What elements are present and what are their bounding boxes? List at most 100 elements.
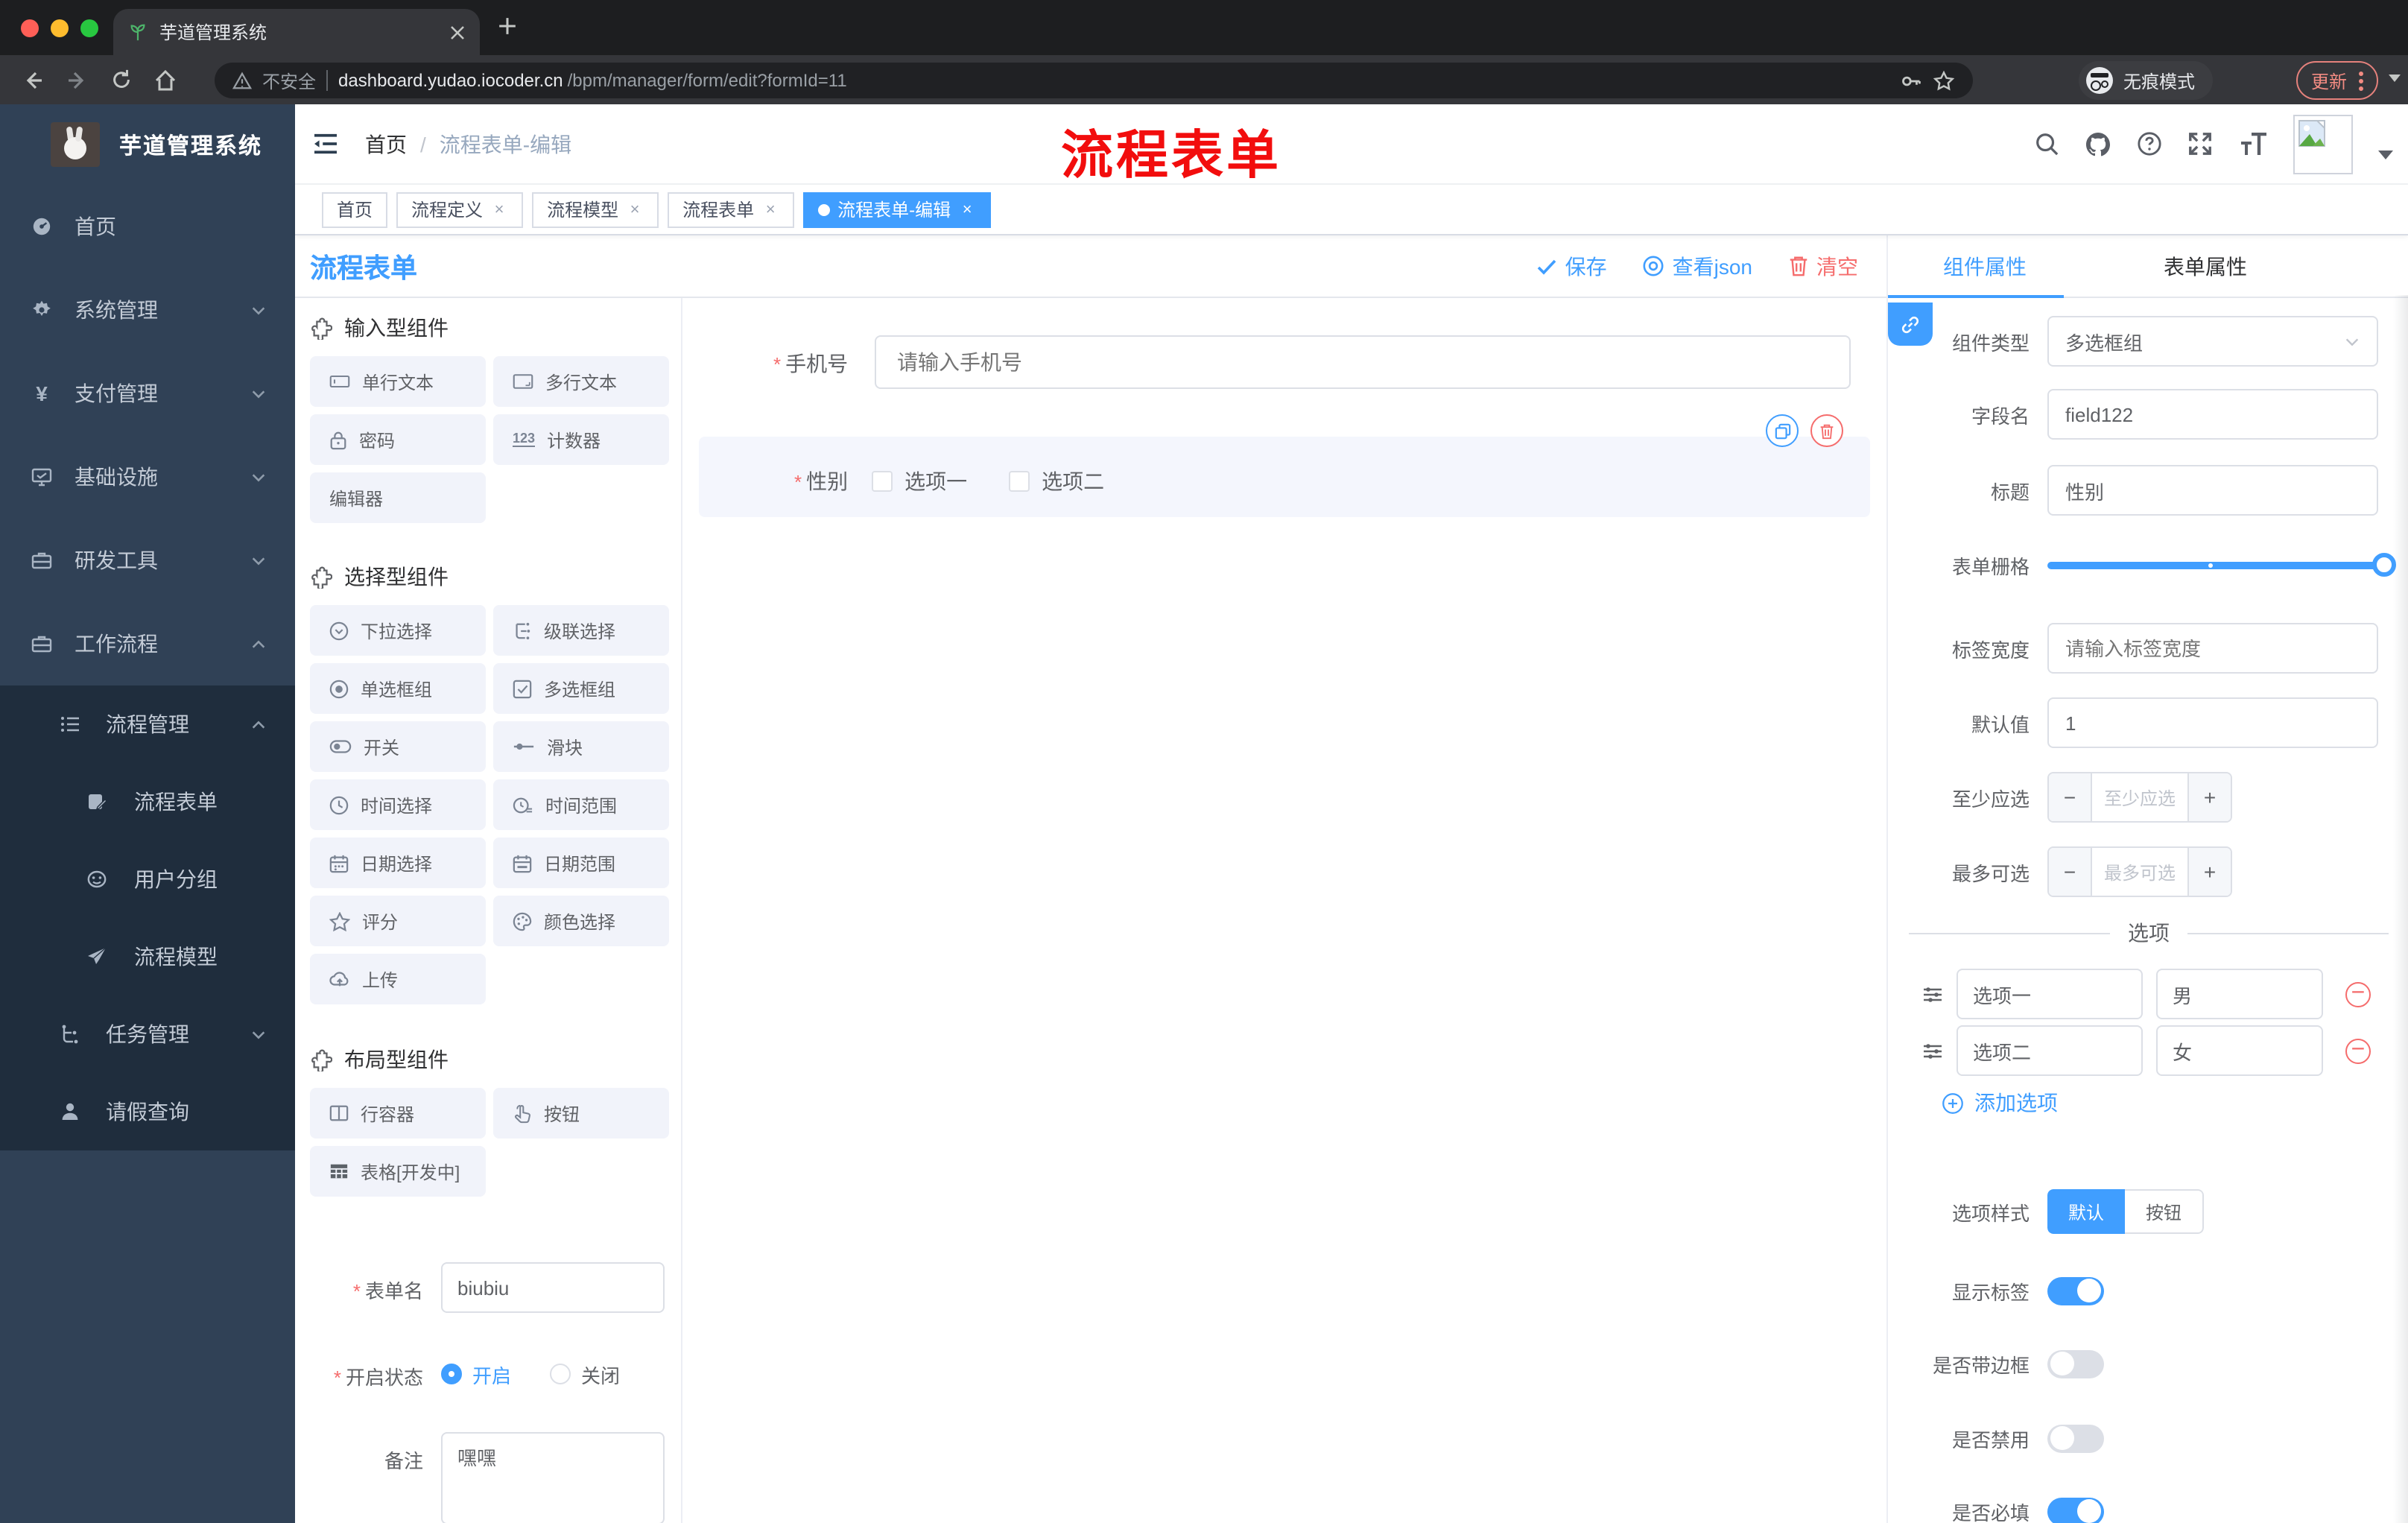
sidebar-item-process-model[interactable]: 流程模型 <box>0 918 295 995</box>
forward-icon[interactable] <box>66 68 89 92</box>
sidebar-item-process-form[interactable]: 流程表单 <box>0 763 295 840</box>
tag-close-icon[interactable]: × <box>958 200 976 218</box>
palette-item-date-range[interactable]: 日期范围 <box>493 838 669 888</box>
option2-value-input[interactable] <box>2156 1025 2323 1076</box>
gender-option2-checkbox[interactable]: 选项二 <box>1009 466 1104 496</box>
drag-handle-icon[interactable] <box>1922 984 1943 1004</box>
sidebar-item-infra[interactable]: 基础设施 <box>0 435 295 519</box>
palette-item-button[interactable]: 按钮 <box>493 1088 669 1139</box>
border-toggle[interactable] <box>2047 1349 2104 1378</box>
palette-item-switch[interactable]: 开关 <box>310 721 486 772</box>
window-minimize-button[interactable] <box>51 19 69 37</box>
window-maximize-button[interactable] <box>80 19 98 37</box>
delete-field-button[interactable] <box>1810 414 1843 447</box>
decrease-button[interactable]: − <box>2049 848 2092 896</box>
sidebar-item-leave-query[interactable]: 请假查询 <box>0 1073 295 1150</box>
sidebar-item-system[interactable]: 系统管理 <box>0 268 295 352</box>
tag-home[interactable]: 首页 <box>322 191 387 227</box>
show-label-toggle[interactable] <box>2047 1276 2104 1305</box>
title-input[interactable] <box>2047 465 2378 516</box>
browser-menu-icon[interactable] <box>2359 71 2363 90</box>
palette-item-time-range[interactable]: 时间范围 <box>493 779 669 830</box>
github-icon[interactable] <box>2085 130 2111 157</box>
style-default-button[interactable]: 默认 <box>2047 1189 2125 1234</box>
palette-item-single-text[interactable]: 单行文本 <box>310 356 486 407</box>
sidebar-item-workflow[interactable]: 工作流程 <box>0 602 295 685</box>
label-width-input[interactable] <box>2047 623 2378 674</box>
palette-item-table[interactable]: 表格[开发中] <box>310 1146 486 1197</box>
option1-label-input[interactable] <box>1956 969 2143 1019</box>
save-button[interactable]: 保存 <box>1537 251 1607 281</box>
style-button-button[interactable]: 按钮 <box>2125 1189 2204 1234</box>
help-icon[interactable] <box>2137 131 2162 156</box>
palette-item-checkbox-group[interactable]: 多选框组 <box>493 663 669 714</box>
url-host[interactable]: dashboard.yudao.iocoder.cn <box>338 70 563 91</box>
disabled-toggle[interactable] <box>2047 1424 2104 1452</box>
form-grid-slider[interactable] <box>2047 539 2384 590</box>
tag-process-model[interactable]: 流程模型× <box>532 191 659 227</box>
palette-item-slider[interactable]: 滑块 <box>493 721 669 772</box>
palette-item-counter[interactable]: 123 计数器 <box>493 414 669 465</box>
view-json-button[interactable]: 查看json <box>1643 251 1752 281</box>
option1-value-input[interactable] <box>2156 969 2323 1019</box>
breadcrumb-home[interactable]: 首页 <box>365 129 407 159</box>
status-closed-radio[interactable]: 关闭 <box>550 1360 620 1388</box>
new-tab-icon[interactable] <box>498 16 517 36</box>
bookmark-star-icon[interactable] <box>1933 69 1955 92</box>
tag-close-icon[interactable]: × <box>761 200 779 218</box>
increase-button[interactable]: + <box>2187 773 2231 821</box>
drag-handle-icon[interactable] <box>1922 1041 1943 1060</box>
browser-tab[interactable]: 芋道管理系统 <box>113 9 480 55</box>
password-key-icon[interactable] <box>1900 69 1922 92</box>
option2-label-input[interactable] <box>1956 1025 2143 1076</box>
slider-handle[interactable] <box>2372 552 2396 576</box>
tab-form-props[interactable]: 表单属性 <box>2164 235 2247 298</box>
max-select-input[interactable]: 最多可选 <box>2092 848 2187 896</box>
home-icon[interactable] <box>153 68 177 92</box>
sidebar-item-user-group[interactable]: 用户分组 <box>0 840 295 918</box>
form-name-input[interactable] <box>441 1262 665 1313</box>
tag-close-icon[interactable]: × <box>626 200 644 218</box>
palette-item-rate[interactable]: 评分 <box>310 896 486 946</box>
min-select-input[interactable]: 至少应选 <box>2092 773 2187 821</box>
design-canvas[interactable]: * 手机号 * 性别 <box>682 298 1886 1523</box>
phone-field-input[interactable] <box>875 335 1851 389</box>
palette-item-color-picker[interactable]: 颜色选择 <box>493 896 669 946</box>
decrease-button[interactable]: − <box>2049 773 2092 821</box>
sidebar-item-process-mgmt[interactable]: 流程管理 <box>0 685 295 763</box>
back-icon[interactable] <box>21 68 45 92</box>
search-icon[interactable] <box>2034 131 2059 156</box>
tag-process-definition[interactable]: 流程定义× <box>396 191 523 227</box>
avatar[interactable] <box>2293 114 2353 174</box>
selected-gender-field[interactable]: * 性别 选项一 选项二 <box>699 437 1870 517</box>
sidebar-item-payment[interactable]: ¥ 支付管理 <box>0 352 295 435</box>
security-label[interactable]: 不安全 <box>262 68 316 93</box>
toolbar-caret-icon[interactable] <box>2389 75 2401 82</box>
palette-item-upload[interactable]: 上传 <box>310 954 486 1004</box>
palette-item-date-picker[interactable]: 日期选择 <box>310 838 486 888</box>
url-path[interactable]: /bpm/manager/form/edit?formId=11 <box>568 70 847 91</box>
increase-button[interactable]: + <box>2187 848 2231 896</box>
form-remark-textarea[interactable]: 嘿嘿 <box>441 1432 665 1523</box>
reload-icon[interactable] <box>110 69 133 91</box>
update-label[interactable]: 更新 <box>2311 68 2347 93</box>
tab-component-props[interactable]: 组件属性 <box>1943 235 2027 298</box>
window-close-button[interactable] <box>21 19 39 37</box>
palette-item-multi-text[interactable]: 多行文本 <box>493 356 669 407</box>
field-name-input[interactable] <box>2047 389 2378 440</box>
sidebar-item-task-mgmt[interactable]: 任务管理 <box>0 995 295 1073</box>
tag-close-icon[interactable]: × <box>490 200 508 218</box>
browser-update-button[interactable]: 更新 <box>2296 61 2378 100</box>
palette-item-time-picker[interactable]: 时间选择 <box>310 779 486 830</box>
status-open-radio[interactable]: 开启 <box>441 1360 511 1388</box>
gender-option1-checkbox[interactable]: 选项一 <box>872 466 967 496</box>
sidebar-item-devtools[interactable]: 研发工具 <box>0 519 295 602</box>
font-size-icon[interactable] <box>2238 132 2268 156</box>
url-bar[interactable]: 不安全 dashboard.yudao.iocoder.cn/bpm/manag… <box>215 63 1973 98</box>
sidebar-item-home[interactable]: 首页 <box>0 185 295 268</box>
remove-option-button[interactable]: − <box>2345 981 2371 1007</box>
palette-item-editor[interactable]: 编辑器 <box>310 472 486 523</box>
palette-item-password[interactable]: 密码 <box>310 414 486 465</box>
sidebar-logo[interactable]: 芋道管理系统 <box>0 104 295 185</box>
copy-field-button[interactable] <box>1766 414 1799 447</box>
